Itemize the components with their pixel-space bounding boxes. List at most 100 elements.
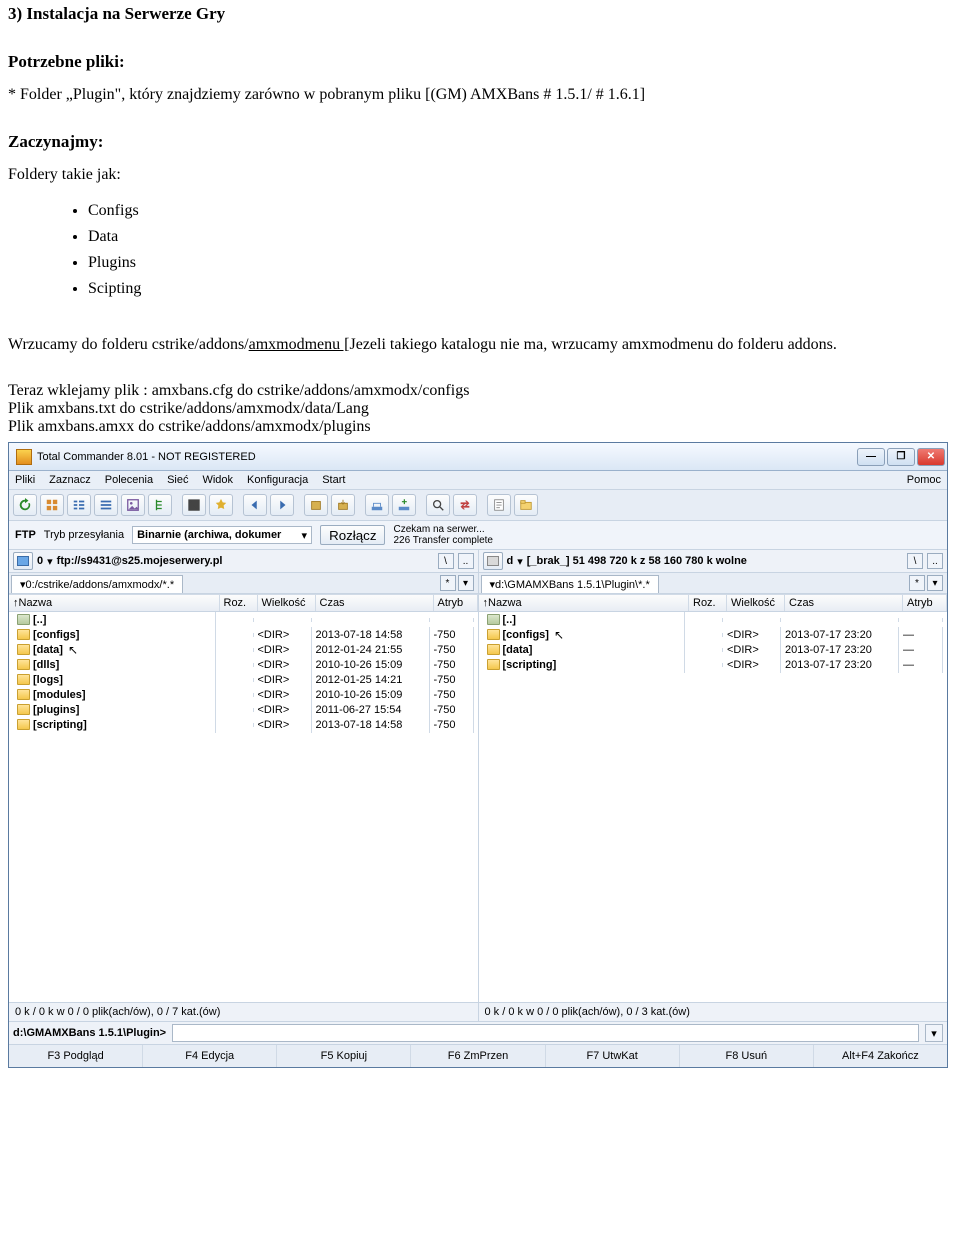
- tab-fav-left[interactable]: *: [440, 575, 456, 591]
- ftp-new-icon[interactable]: [392, 494, 416, 516]
- transfer-mode-value: Binarnie (archiwa, dokumer: [137, 529, 281, 541]
- file-name: [data]: [33, 644, 63, 656]
- fkey-altf4[interactable]: Alt+F4 Zakończ: [814, 1045, 947, 1067]
- path-tab-right[interactable]: ▾d:\GMAMXBans 1.5.1\Plugin\*.*: [481, 575, 659, 593]
- menu-widok[interactable]: Widok: [202, 474, 233, 486]
- tab-hist-left[interactable]: ▾: [458, 575, 474, 591]
- maximize-button[interactable]: ❐: [887, 448, 915, 466]
- refresh-icon[interactable]: [13, 494, 37, 516]
- back-icon[interactable]: [243, 494, 267, 516]
- file-row[interactable]: [data]↖<DIR>2012-01-24 21:55-750: [9, 642, 478, 657]
- pack-icon[interactable]: [304, 494, 328, 516]
- up-button-left[interactable]: ..: [458, 553, 474, 569]
- menu-start[interactable]: Start: [322, 474, 345, 486]
- file-row[interactable]: [configs]↖<DIR>2013-07-17 23:20—: [479, 627, 948, 642]
- menu-pomoc[interactable]: Pomoc: [907, 474, 941, 486]
- fkey-f6[interactable]: F6 ZmPrzen: [411, 1045, 545, 1067]
- unpack-icon[interactable]: [331, 494, 355, 516]
- path-tab-left-text: 0:/cstrike/addons/amxmodx/*.*: [26, 579, 175, 591]
- file-row[interactable]: [scripting]<DIR>2013-07-18 14:58-750: [9, 717, 478, 732]
- col-size-right[interactable]: Wielkość: [727, 595, 785, 611]
- fkey-f4[interactable]: F4 Edycja: [143, 1045, 277, 1067]
- file-pane-left[interactable]: [..][configs]<DIR>2013-07-18 14:58-750 [d…: [9, 612, 478, 1002]
- col-attr-left[interactable]: Atryb: [434, 595, 478, 611]
- list-detail-icon[interactable]: [94, 494, 118, 516]
- up-dir-icon: [487, 614, 500, 625]
- folders-intro: Foldery takie jak:: [8, 166, 952, 184]
- menu-pliki[interactable]: Pliki: [15, 474, 35, 486]
- file-row[interactable]: [..]: [479, 612, 948, 627]
- explorer-icon[interactable]: [514, 494, 538, 516]
- file-row[interactable]: [configs]<DIR>2013-07-18 14:58-750: [9, 627, 478, 642]
- function-key-row: F3 Podgląd F4 Edycja F5 Kopiuj F6 ZmPrze…: [9, 1044, 947, 1067]
- col-size-left[interactable]: Wielkość: [258, 595, 316, 611]
- bullet-item: Data: [88, 224, 952, 250]
- drive-letter-right: d: [507, 555, 514, 567]
- col-date-left[interactable]: Czas: [316, 595, 434, 611]
- disconnect-button[interactable]: Rozłącz: [320, 525, 385, 545]
- invert-icon[interactable]: [182, 494, 206, 516]
- search-icon[interactable]: [426, 494, 450, 516]
- file-row[interactable]: [plugins]<DIR>2011-06-27 15:54-750: [9, 702, 478, 717]
- wrzucamy-post: Jezeli takiego katalogu nie ma, wrzucamy…: [349, 336, 836, 353]
- tree-icon[interactable]: [148, 494, 172, 516]
- forward-icon[interactable]: [270, 494, 294, 516]
- minimize-button[interactable]: —: [857, 448, 885, 466]
- file-row[interactable]: [logs]<DIR>2012-01-25 14:21-750: [9, 672, 478, 687]
- menu-konfiguracja[interactable]: Konfiguracja: [247, 474, 308, 486]
- fkey-f8[interactable]: F8 Usuń: [680, 1045, 814, 1067]
- file-row[interactable]: [dlls]<DIR>2010-10-26 15:09-750: [9, 657, 478, 672]
- col-ext-right[interactable]: Roz.: [689, 595, 727, 611]
- file-row[interactable]: [modules]<DIR>2010-10-26 15:09-750: [9, 687, 478, 702]
- file-row[interactable]: [..]: [9, 612, 478, 627]
- menu-siec[interactable]: Sieć: [167, 474, 188, 486]
- list-brief-icon[interactable]: [67, 494, 91, 516]
- drive-right: d ▾ [_brak_] 51 498 720 k z 58 160 780 k…: [478, 550, 948, 572]
- ftp-bar: FTP Tryb przesyłania Binarnie (archiwa, …: [9, 521, 947, 550]
- folder-icon: [487, 629, 500, 640]
- star-icon[interactable]: [209, 494, 233, 516]
- tab-hist-right[interactable]: ▾: [927, 575, 943, 591]
- path-tab-left[interactable]: ▾0:/cstrike/addons/amxmodx/*.*: [11, 575, 183, 593]
- col-name-left[interactable]: ↑Nazwa: [9, 595, 220, 611]
- fkey-f5[interactable]: F5 Kopiuj: [277, 1045, 411, 1067]
- close-button[interactable]: ✕: [917, 448, 945, 466]
- command-input[interactable]: [172, 1024, 919, 1042]
- file-pane-right[interactable]: [..][configs]↖<DIR>2013-07-17 23:20—[dat…: [478, 612, 948, 1002]
- file-name: [configs]: [503, 629, 549, 641]
- transfer-mode-select[interactable]: Binarnie (archiwa, dokumer ▾: [132, 526, 312, 544]
- col-ext-left[interactable]: Roz.: [220, 595, 258, 611]
- col-name-right[interactable]: ↑Nazwa: [479, 595, 690, 611]
- folder-icon: [17, 704, 30, 715]
- menu-polecenia[interactable]: Polecenia: [105, 474, 153, 486]
- titlebar[interactable]: Total Commander 8.01 - NOT REGISTERED — …: [9, 443, 947, 471]
- ftp-connect-icon[interactable]: [365, 494, 389, 516]
- file-row[interactable]: [scripting]<DIR>2013-07-17 23:20—: [479, 657, 948, 672]
- wrzucamy-underline: amxmodmenu [: [249, 336, 350, 353]
- drive-button-left[interactable]: [13, 552, 33, 570]
- thumbnails-icon[interactable]: [121, 494, 145, 516]
- fkey-f3[interactable]: F3 Podgląd: [9, 1045, 143, 1067]
- file-name: [configs]: [33, 629, 79, 641]
- col-date-right[interactable]: Czas: [785, 595, 903, 611]
- folder-icon: [17, 689, 30, 700]
- subheading-required: Potrzebne pliki:: [8, 52, 952, 72]
- up-button-right[interactable]: ..: [927, 553, 943, 569]
- root-button-left[interactable]: \: [438, 553, 454, 569]
- tab-fav-right[interactable]: *: [909, 575, 925, 591]
- grid-icon[interactable]: [40, 494, 64, 516]
- notepad-icon[interactable]: [487, 494, 511, 516]
- fkey-f7[interactable]: F7 UtwKat: [546, 1045, 680, 1067]
- app-icon: [16, 449, 32, 465]
- col-attr-right[interactable]: Atryb: [903, 595, 947, 611]
- file-name: [dlls]: [33, 659, 59, 671]
- sync-icon[interactable]: [453, 494, 477, 516]
- command-history-dropdown[interactable]: ▾: [925, 1024, 943, 1042]
- hdd-icon: [487, 556, 499, 566]
- menu-zaznacz[interactable]: Zaznacz: [49, 474, 91, 486]
- drive-left: 0 ▾ ftp://s9431@s25.mojeserwery.pl \ ..: [9, 550, 478, 572]
- cursor-icon: ↖: [68, 645, 78, 655]
- root-button-right[interactable]: \: [907, 553, 923, 569]
- file-row[interactable]: [data]<DIR>2013-07-17 23:20—: [479, 642, 948, 657]
- drive-button-right[interactable]: [483, 552, 503, 570]
